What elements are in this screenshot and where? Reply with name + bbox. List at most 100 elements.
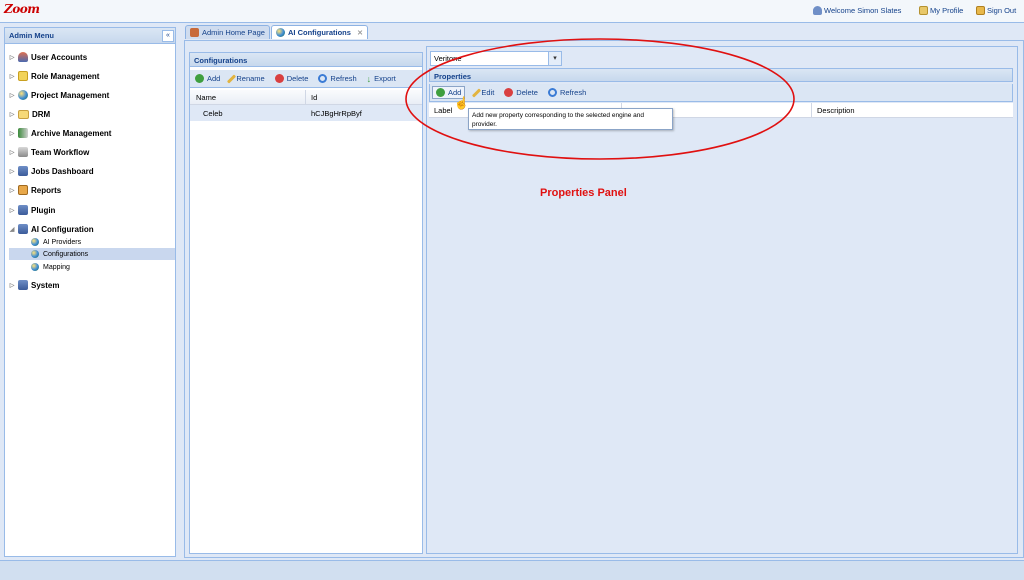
welcome-label: Welcome Simon Slates (824, 6, 902, 15)
delete-button[interactable]: Delete (504, 88, 538, 97)
rename-label: Rename (236, 74, 265, 83)
lock-icon (976, 6, 985, 15)
edit-label: Edit (481, 88, 495, 97)
workflow-icon (18, 147, 28, 157)
configurations-panel: Configurations Add Rename Delete Refresh… (189, 52, 423, 554)
hand-cursor-icon: ☝ (454, 96, 469, 110)
sidebar-item-team-workflow[interactable]: ▷ Team Workflow (5, 144, 175, 160)
sidebar-item-system[interactable]: ▷ System (5, 277, 175, 293)
close-icon[interactable]: ✕ (357, 29, 363, 37)
expand-arrow-icon: ▷ (9, 207, 15, 214)
engine-select[interactable]: Veritone ▾ (430, 51, 562, 66)
sidebar-item-plugin[interactable]: ▷ Plugin (5, 202, 175, 218)
sidebar-item-drm[interactable]: ▷ DRM (5, 106, 175, 122)
sidebar-item-label: Plugin (31, 205, 56, 215)
sidebar-subitem-mapping[interactable]: Mapping (19, 261, 175, 273)
add-property-tooltip: Add new property corresponding to the se… (468, 108, 673, 130)
column-divider (811, 103, 812, 117)
home-icon (190, 28, 199, 37)
refresh-button[interactable]: Refresh (318, 74, 357, 83)
my-profile-label: My Profile (930, 6, 964, 15)
column-description[interactable]: Description (817, 106, 855, 115)
folder-icon (18, 109, 29, 119)
expand-arrow-icon: ▷ (9, 187, 15, 194)
admin-menu-header: Admin Menu « (5, 28, 175, 44)
expand-arrow-icon: ▷ (9, 149, 15, 156)
sidebar-item-archive-management[interactable]: ▷ Archive Management (5, 125, 175, 141)
delete-label: Delete (286, 74, 309, 83)
configurations-title: Configurations (190, 53, 422, 67)
tab-ai-configurations[interactable]: AI Configurations ✕ (271, 25, 368, 39)
welcome-link[interactable]: Welcome Simon Slates (813, 6, 901, 15)
sidebar-item-user-accounts[interactable]: ▷ User Accounts (5, 49, 175, 65)
user-icon (18, 52, 28, 62)
column-label[interactable]: Label (434, 106, 452, 115)
refresh-icon (547, 88, 557, 97)
reports-icon (18, 185, 28, 195)
chevron-down-icon[interactable]: ▾ (548, 52, 561, 65)
sidebar-item-ai-configuration[interactable]: ◢ AI Configuration (5, 221, 175, 237)
configurations-column-header: Name Id (190, 90, 422, 105)
top-bar: Zoom Welcome Simon Slates My Profile Sig… (0, 0, 1024, 23)
export-label: Export (374, 74, 396, 83)
sidebar-subitem-label: Mapping (43, 263, 70, 271)
admin-menu-panel: Admin Menu « ▷ User Accounts ▷ Role Mana… (4, 27, 176, 557)
tab-admin-home-page[interactable]: Admin Home Page (185, 25, 270, 39)
globe-icon (276, 28, 285, 37)
sidebar-item-label: Jobs Dashboard (31, 166, 94, 176)
sidebar-subitem-label: Configurations (43, 250, 89, 258)
dashboard-icon (18, 166, 28, 176)
annotation-label: Properties Panel (540, 187, 627, 199)
app-logo: Zoom (4, 2, 40, 16)
rename-button[interactable]: Rename (227, 73, 265, 84)
delete-label: Delete (516, 88, 538, 97)
expand-arrow-icon: ▷ (9, 130, 15, 137)
system-icon (18, 280, 28, 290)
engine-select-value: Veritone (434, 54, 462, 63)
add-button[interactable]: Add (195, 74, 220, 83)
table-row[interactable]: Celeb hCJBgHrRpByf (190, 105, 422, 121)
pencil-icon (472, 87, 482, 98)
sidebar-item-jobs-dashboard[interactable]: ▷ Jobs Dashboard (5, 163, 175, 179)
expand-arrow-icon: ▷ (9, 92, 15, 99)
ai-icon (18, 224, 28, 234)
export-button[interactable]: ↓ Export (367, 74, 396, 84)
sidebar-subitem-label: AI Providers (43, 238, 82, 246)
row-name: Celeb (203, 109, 223, 118)
my-profile-link[interactable]: My Profile (919, 6, 963, 15)
globe-icon (18, 90, 28, 100)
column-id[interactable]: Id (311, 93, 317, 102)
user-icon (813, 6, 822, 15)
sidebar-subitem-configurations[interactable]: Configurations (9, 248, 175, 260)
properties-toolbar: Add Edit Delete Refresh (429, 84, 1013, 102)
sidebar-item-reports[interactable]: ▷ Reports (5, 182, 175, 198)
edit-button[interactable]: Edit (472, 87, 495, 98)
sign-out-label: Sign Out (987, 6, 1017, 15)
sidebar-item-label: User Accounts (31, 52, 88, 62)
export-icon: ↓ (366, 73, 372, 84)
sidebar-item-role-management[interactable]: ▷ Role Management (5, 68, 175, 84)
expand-arrow-icon: ▷ (9, 54, 15, 61)
refresh-button[interactable]: Refresh (547, 88, 586, 97)
plugin-icon (18, 205, 28, 215)
column-divider (305, 90, 306, 104)
sidebar-item-project-management[interactable]: ▷ Project Management (5, 87, 175, 103)
globe-icon (31, 263, 39, 271)
sign-out-link[interactable]: Sign Out (976, 6, 1016, 15)
add-icon (195, 74, 204, 83)
admin-menu-title: Admin Menu (9, 31, 54, 40)
sidebar-item-label: Team Workflow (31, 147, 90, 157)
refresh-icon (318, 74, 328, 83)
pencil-icon (227, 73, 237, 84)
collapse-button[interactable]: « (162, 30, 174, 42)
archive-icon (18, 128, 28, 138)
configurations-toolbar: Add Rename Delete Refresh ↓ Export (190, 70, 422, 88)
collapse-arrow-icon: ◢ (9, 226, 15, 233)
sidebar-item-label: System (31, 280, 60, 290)
sidebar-item-label: Project Management (31, 90, 110, 100)
delete-button[interactable]: Delete (274, 74, 309, 83)
sidebar-item-label: DRM (32, 109, 51, 119)
sidebar-subitem-ai-providers[interactable]: AI Providers (19, 236, 175, 248)
column-name[interactable]: Name (196, 93, 216, 102)
sidebar-item-label: Role Management (31, 71, 100, 81)
